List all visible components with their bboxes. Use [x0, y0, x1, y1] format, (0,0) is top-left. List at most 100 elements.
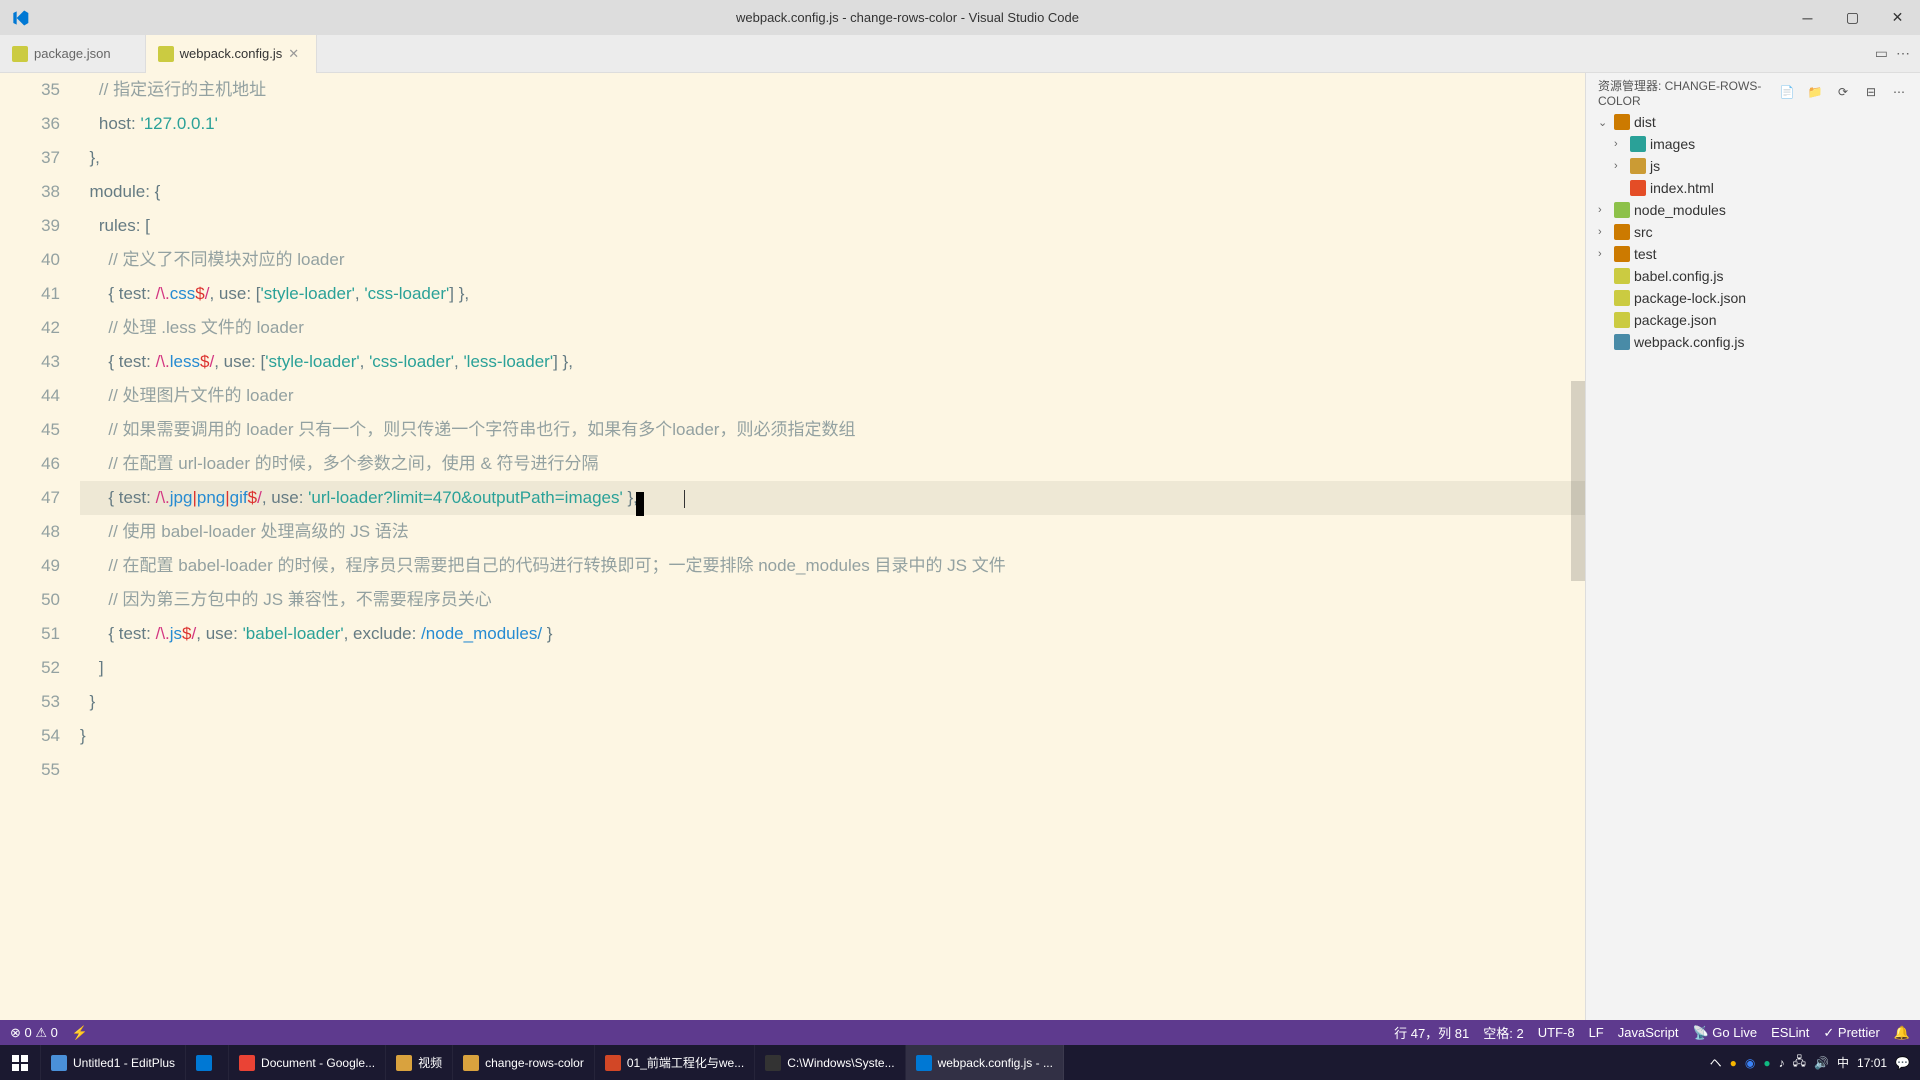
taskbar-app[interactable]: Document - Google...	[229, 1045, 386, 1080]
more-actions-icon[interactable]: ⋯	[1896, 45, 1910, 62]
app-icon	[605, 1055, 621, 1071]
status-bell-icon[interactable]: 🔔	[1894, 1025, 1910, 1041]
code-line[interactable]: },	[80, 141, 1585, 175]
collapse-icon[interactable]: ⊟	[1862, 85, 1880, 99]
taskbar-label: Untitled1 - EditPlus	[73, 1056, 175, 1070]
chevron-icon: ⌄	[1598, 116, 1610, 129]
status-eslint[interactable]: ESLint	[1771, 1025, 1809, 1040]
line-number: 52	[0, 651, 60, 685]
tray-network-icon[interactable]: 🖧	[1793, 1052, 1806, 1073]
tree-label: webpack.config.js	[1634, 334, 1745, 350]
folder-icon	[1630, 136, 1646, 152]
close-tab-icon[interactable]: ✕	[288, 46, 304, 62]
chevron-icon: ›	[1598, 226, 1610, 238]
refresh-icon[interactable]: ⟳	[1834, 85, 1852, 99]
taskbar-app[interactable]: change-rows-color	[453, 1045, 595, 1080]
tree-folder[interactable]: ⌄dist	[1590, 111, 1920, 133]
code-line[interactable]: // 使用 babel-loader 处理高级的 JS 语法	[80, 515, 1585, 549]
taskbar-app[interactable]	[186, 1045, 229, 1080]
tree-folder[interactable]: ›node_modules	[1590, 199, 1920, 221]
code-line[interactable]: }	[80, 685, 1585, 719]
maximize-button[interactable]: ▢	[1830, 0, 1875, 35]
tray-volume-icon[interactable]: 🔊	[1814, 1056, 1829, 1070]
more-icon[interactable]: ⋯	[1890, 85, 1908, 99]
code-line[interactable]	[80, 753, 1585, 787]
code-line[interactable]: // 定义了不同模块对应的 loader	[80, 243, 1585, 277]
tree-file[interactable]: index.html	[1590, 177, 1920, 199]
status-cursor[interactable]: 行 47，列 81	[1394, 1023, 1469, 1042]
taskbar-app[interactable]: 01_前端工程化与we...	[595, 1045, 755, 1080]
tree-file[interactable]: webpack.config.js	[1590, 331, 1920, 353]
status-golive[interactable]: 📡 Go Live	[1692, 1025, 1757, 1041]
tree-file[interactable]: package.json	[1590, 309, 1920, 331]
code-line[interactable]: { test: /\.jpg|png|gif$/, use: 'url-load…	[80, 481, 1585, 515]
close-button[interactable]: ✕	[1875, 0, 1920, 35]
tray-time[interactable]: 17:01	[1857, 1056, 1887, 1070]
status-port-icon[interactable]: ⚡	[72, 1025, 88, 1041]
code-line[interactable]: rules: [	[80, 209, 1585, 243]
taskbar-app[interactable]: webpack.config.js - ...	[906, 1045, 1064, 1080]
code-line[interactable]: host: '127.0.0.1'	[80, 107, 1585, 141]
status-errors[interactable]: ⊗ 0 ⚠ 0	[10, 1025, 58, 1041]
code-editor[interactable]: 3536373839404142434445464748495051525354…	[0, 73, 1585, 1020]
line-number: 38	[0, 175, 60, 209]
code-line[interactable]: module: {	[80, 175, 1585, 209]
tree-file[interactable]: package-lock.json	[1590, 287, 1920, 309]
tree-folder[interactable]: ›images	[1590, 133, 1920, 155]
code-line[interactable]: { test: /\.less$/, use: ['style-loader',…	[80, 345, 1585, 379]
tab-label: webpack.config.js	[180, 46, 283, 61]
tray-icon-4[interactable]: ♪	[1779, 1056, 1785, 1070]
minimize-button[interactable]: ─	[1785, 0, 1830, 35]
taskbar-app[interactable]: C:\Windows\Syste...	[755, 1045, 905, 1080]
line-number: 54	[0, 719, 60, 753]
taskbar-app[interactable]: 视频	[386, 1045, 453, 1080]
code-line[interactable]: { test: /\.css$/, use: ['style-loader', …	[80, 277, 1585, 311]
app-icon	[765, 1055, 781, 1071]
code-content[interactable]: // 指定运行的主机地址 host: '127.0.0.1' }, module…	[80, 73, 1585, 1020]
code-line[interactable]: // 处理 .less 文件的 loader	[80, 311, 1585, 345]
app-icon	[916, 1055, 932, 1071]
code-line[interactable]: // 指定运行的主机地址	[80, 73, 1585, 107]
start-button[interactable]	[0, 1045, 41, 1080]
tray-icon-2[interactable]: ◉	[1745, 1056, 1755, 1070]
status-eol[interactable]: LF	[1589, 1025, 1604, 1040]
window-titlebar: webpack.config.js - change-rows-color - …	[0, 0, 1920, 35]
status-spaces[interactable]: 空格: 2	[1483, 1023, 1523, 1042]
line-number: 41	[0, 277, 60, 311]
code-line[interactable]: // 如果需要调用的 loader 只有一个，则只传递一个字符串也行，如果有多个…	[80, 413, 1585, 447]
line-number: 48	[0, 515, 60, 549]
code-line[interactable]: }	[80, 719, 1585, 753]
split-editor-icon[interactable]: ▭	[1875, 45, 1888, 62]
secondary-cursor	[684, 490, 685, 508]
new-file-icon[interactable]: 📄	[1778, 85, 1796, 99]
tree-folder[interactable]: ›test	[1590, 243, 1920, 265]
status-lang[interactable]: JavaScript	[1618, 1025, 1679, 1040]
scrollbar-thumb[interactable]	[1571, 381, 1585, 581]
code-line[interactable]: // 在配置 babel-loader 的时候，程序员只需要把自己的代码进行转换…	[80, 549, 1585, 583]
editor-tab[interactable]: webpack.config.js ✕	[146, 35, 318, 73]
status-encoding[interactable]: UTF-8	[1538, 1025, 1575, 1040]
line-number: 50	[0, 583, 60, 617]
status-bar: ⊗ 0 ⚠ 0 ⚡ 行 47，列 81 空格: 2 UTF-8 LF JavaS…	[0, 1020, 1920, 1045]
code-line[interactable]: ]	[80, 651, 1585, 685]
code-line[interactable]: // 处理图片文件的 loader	[80, 379, 1585, 413]
new-folder-icon[interactable]: 📁	[1806, 85, 1824, 99]
code-line[interactable]: { test: /\.js$/, use: 'babel-loader', ex…	[80, 617, 1585, 651]
tray-icon-3[interactable]: ●	[1763, 1056, 1770, 1070]
code-line[interactable]: // 在配置 url-loader 的时候，多个参数之间，使用 & 符号进行分隔	[80, 447, 1585, 481]
taskbar-app[interactable]: Untitled1 - EditPlus	[41, 1045, 186, 1080]
tree-folder[interactable]: ›src	[1590, 221, 1920, 243]
js-file-icon	[12, 46, 28, 62]
tree-file[interactable]: babel.config.js	[1590, 265, 1920, 287]
tray-icon[interactable]: ヘ	[1710, 1054, 1722, 1071]
tree-folder[interactable]: ›js	[1590, 155, 1920, 177]
vertical-scrollbar[interactable]	[1571, 73, 1585, 1020]
tray-notifications-icon[interactable]: 💬	[1895, 1056, 1910, 1070]
code-line[interactable]: // 因为第三方包中的 JS 兼容性，不需要程序员关心	[80, 583, 1585, 617]
line-number: 51	[0, 617, 60, 651]
taskbar-label: 01_前端工程化与we...	[627, 1054, 744, 1071]
status-prettier[interactable]: ✓ Prettier	[1823, 1025, 1879, 1041]
tray-ime[interactable]: 中	[1837, 1054, 1849, 1071]
tray-cloud-icon[interactable]: ●	[1730, 1056, 1737, 1070]
editor-tab[interactable]: package.json	[0, 35, 146, 73]
